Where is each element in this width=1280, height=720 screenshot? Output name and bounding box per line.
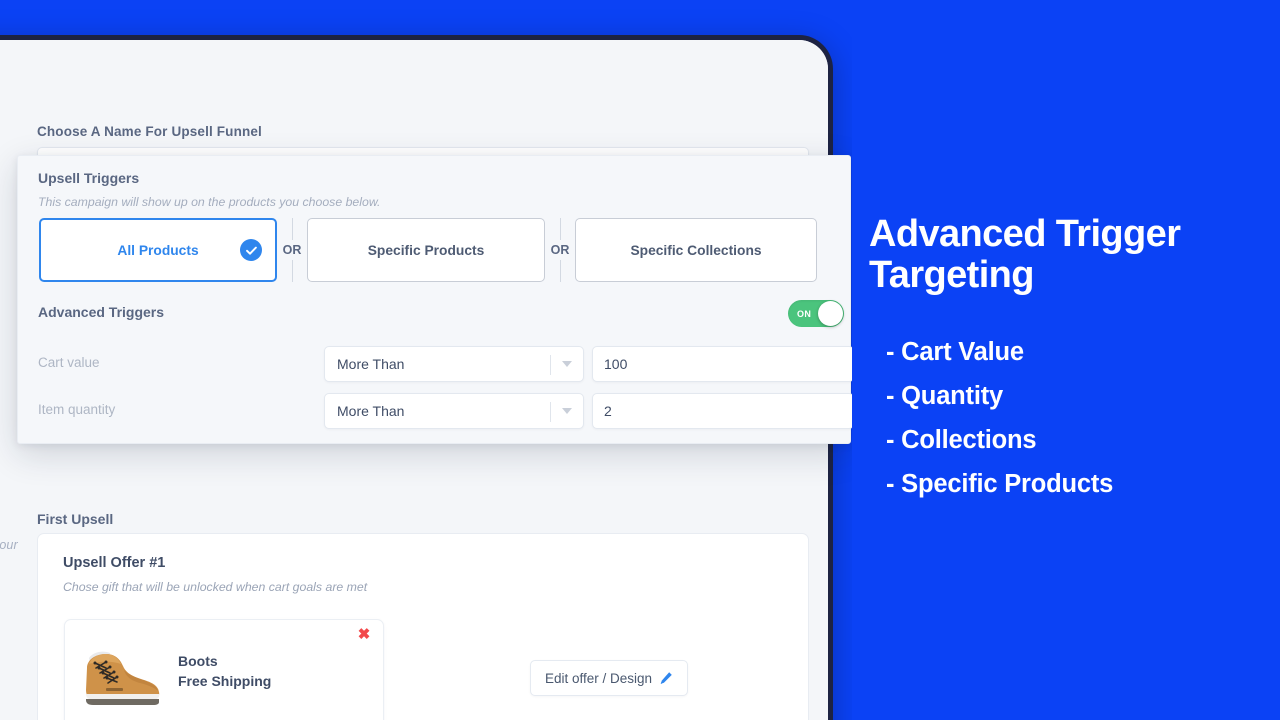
upsell-offer-title: Upsell Offer #1 xyxy=(63,555,166,571)
trigger-option-label: All Products xyxy=(117,242,199,258)
condition-row-cart-value: Cart value More Than xyxy=(38,346,854,382)
cut-off-text-fragment: your xyxy=(0,538,18,552)
advanced-triggers-toggle[interactable]: ON xyxy=(788,300,844,327)
cart-value-input[interactable] xyxy=(592,346,854,382)
screenshot-stage: your Choose A Name For Upsell Funnel Fir… xyxy=(0,0,1280,720)
upsell-triggers-subtitle: This campaign will show up on the produc… xyxy=(38,195,381,209)
or-separator-2: OR xyxy=(545,218,575,282)
chevron-down-icon xyxy=(562,408,572,414)
operator-value: More Than xyxy=(337,403,405,419)
trigger-option-specific-products[interactable]: Specific Products xyxy=(307,218,545,282)
trigger-option-all-products[interactable]: All Products xyxy=(39,218,277,282)
promo-feature-item: - Quantity xyxy=(886,381,1003,410)
operator-value: More Than xyxy=(337,356,405,372)
cart-value-operator-select[interactable]: More Than xyxy=(324,346,584,382)
promo-feature-list: - Cart Value - Quantity - Collections - … xyxy=(886,331,1113,506)
pencil-icon xyxy=(660,672,672,684)
edit-offer-button[interactable]: Edit offer / Design xyxy=(530,660,689,696)
check-circle-icon xyxy=(240,239,262,261)
promo-feature-item: - Cart Value xyxy=(886,338,1024,366)
select-divider xyxy=(550,355,551,375)
product-perk: Free Shipping xyxy=(178,673,272,689)
toggle-knob xyxy=(818,301,843,326)
upsell-triggers-panel: Upsell Triggers This campaign will show … xyxy=(17,155,854,444)
offer-product-card: ✖ Boots Free Shipping xyxy=(64,619,384,720)
edit-offer-label: Edit offer / Design xyxy=(545,670,653,686)
condition-label: Item quantity xyxy=(38,402,116,417)
trigger-option-label: Specific Collections xyxy=(630,242,762,258)
first-upsell-card: Upsell Offer #1 Chose gift that will be … xyxy=(37,533,809,720)
or-label: OR xyxy=(550,243,570,257)
upsell-triggers-title: Upsell Triggers xyxy=(38,170,140,186)
select-divider xyxy=(550,402,551,422)
remove-offer-icon[interactable]: ✖ xyxy=(355,626,373,644)
boot-product-image xyxy=(86,651,160,705)
trigger-option-specific-collections[interactable]: Specific Collections xyxy=(575,218,817,282)
promo-headline: Advanced Trigger Targeting xyxy=(869,213,1181,296)
condition-row-item-quantity: Item quantity More Than xyxy=(38,393,854,429)
advanced-triggers-title: Advanced Triggers xyxy=(38,304,165,320)
item-quantity-input[interactable] xyxy=(592,393,854,429)
or-label: OR xyxy=(282,243,302,257)
promo-feature-item: - Specific Products xyxy=(886,469,1114,498)
toggle-state-label: ON xyxy=(797,308,812,319)
promo-panel: Advanced Trigger Targeting - Cart Value … xyxy=(852,0,1280,720)
upsell-offer-subtitle: Chose gift that will be unlocked when ca… xyxy=(63,580,368,594)
or-separator-1: OR xyxy=(277,218,307,282)
funnel-name-label: Choose A Name For Upsell Funnel xyxy=(37,124,262,139)
promo-feature-item: - Collections xyxy=(886,425,1037,454)
trigger-options-row: All Products OR Specific Products OR Spe… xyxy=(39,218,839,282)
item-quantity-operator-select[interactable]: More Than xyxy=(324,393,584,429)
product-name: Boots xyxy=(178,653,218,669)
chevron-down-icon xyxy=(562,361,572,367)
condition-label: Cart value xyxy=(38,355,100,370)
first-upsell-section-title: First Upsell xyxy=(37,511,114,527)
trigger-option-label: Specific Products xyxy=(367,242,485,258)
